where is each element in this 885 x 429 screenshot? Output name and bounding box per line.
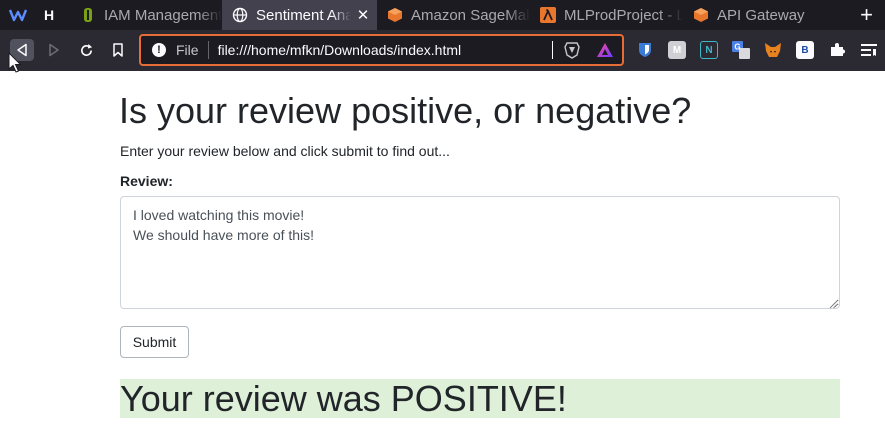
tab-sagemaker[interactable]: Amazon SageMaker (377, 0, 530, 30)
submit-button[interactable]: Submit (120, 326, 189, 358)
aws-box-icon (387, 7, 403, 23)
tab-sentiment[interactable]: Sentiment Analysis Web App ✕ (222, 0, 377, 30)
address-bar[interactable]: ! File file:///home/mfkn/Downloads/index… (139, 34, 624, 66)
tab-title: Sentiment Analysis Web App (256, 6, 351, 24)
webflow-icon (9, 9, 27, 22)
review-textarea[interactable]: I loved watching this movie! We should h… (120, 196, 840, 309)
aws-box-icon (693, 7, 709, 23)
new-tab-button[interactable]: + (860, 4, 873, 26)
translate-icon[interactable]: G (732, 41, 750, 59)
tab-title: IAM Management Console (104, 6, 222, 24)
tab-api-gateway[interactable]: API Gateway (683, 0, 836, 30)
m-icon[interactable]: M (668, 41, 686, 59)
result-banner: Your review was POSITIVE! (120, 379, 840, 419)
reload-icon (80, 43, 92, 56)
nav-toolbar: ! File file:///home/mfkn/Downloads/index… (0, 30, 885, 71)
close-tab-icon[interactable]: ✕ (355, 6, 371, 24)
tab-iam[interactable]: IAM Management Console (70, 0, 222, 30)
bookmark-icon (113, 43, 123, 57)
info-icon[interactable]: ! (152, 43, 166, 57)
b-icon[interactable]: B (796, 41, 814, 59)
tab-title: API Gateway (717, 6, 805, 24)
resize-grip-icon[interactable] (828, 299, 838, 309)
instructions-text: Enter your review below and click submit… (120, 143, 450, 159)
puzzle-icon[interactable] (828, 41, 846, 59)
tab-title: MLProdProject - Lambda (564, 6, 683, 24)
n-icon[interactable]: N (700, 41, 718, 59)
svg-text:G: G (734, 43, 740, 52)
url-input[interactable]: file:///home/mfkn/Downloads/index.html (218, 42, 552, 58)
bitwarden-icon[interactable] (636, 41, 654, 59)
mouse-cursor-icon (8, 52, 22, 73)
hackernews-icon: H (43, 7, 55, 23)
tab-lambda[interactable]: MLProdProject - Lambda (530, 0, 683, 30)
text-caret (552, 41, 553, 59)
bookmark-button[interactable] (106, 39, 130, 61)
aws-lambda-icon (540, 7, 556, 23)
brave-shield-icon[interactable] (563, 41, 581, 59)
reading-list-icon[interactable] (860, 41, 878, 59)
forward-icon (49, 43, 59, 57)
brave-rewards-icon[interactable] (596, 41, 614, 59)
page-title: Is your review positive, or negative? (119, 90, 692, 131)
pinned-tab-hackernews[interactable]: H (39, 5, 59, 25)
tab-strip: H IAM Management Console Sentiment Analy… (0, 0, 885, 30)
globe-icon (232, 7, 248, 23)
scheme-label: File (176, 41, 209, 59)
pinned-tab-webflow[interactable] (8, 5, 28, 25)
forward-button[interactable] (42, 39, 66, 61)
metamask-icon[interactable] (764, 41, 782, 59)
aws-iam-icon (80, 7, 96, 23)
tab-title: Amazon SageMaker (411, 6, 530, 24)
page-content: Is your review positive, or negative? En… (0, 71, 885, 429)
review-label: Review: (120, 173, 173, 189)
reload-button[interactable] (74, 39, 98, 61)
